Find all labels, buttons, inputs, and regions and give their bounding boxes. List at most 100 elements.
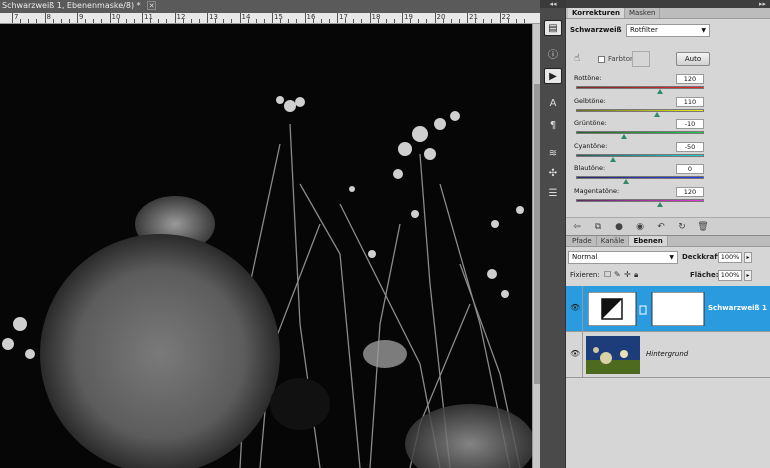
collapse-panels-icon[interactable]: ▸▸ (566, 0, 770, 8)
eye-icon[interactable]: 👁︎ (570, 349, 580, 359)
ruler-major-tick (44, 13, 46, 23)
blend-row: Normal ▼ Deckkraft: 100% ▸ (568, 251, 768, 265)
ruler-label: 13 (209, 13, 218, 21)
ruler-major-tick (467, 13, 468, 23)
tint-row: ☝ Farbton Auto (570, 50, 766, 68)
ruler-major-tick (239, 13, 241, 23)
ruler-label: 21 (469, 13, 478, 21)
slider-track[interactable] (576, 86, 704, 89)
slider-value-field[interactable]: 120 (676, 186, 704, 197)
ruler-minor-tick (418, 19, 420, 23)
slider-handle[interactable] (623, 179, 630, 184)
collapse-left-icon[interactable]: ◂◂ (540, 0, 566, 8)
ruler-major-tick (272, 13, 273, 23)
ruler-label: 7 (14, 13, 19, 21)
color-slider: Cyantöne: -50 (574, 141, 704, 164)
tab-korrekturen[interactable]: Korrekturen (568, 8, 625, 18)
eye-icon[interactable]: 👁︎ (570, 303, 580, 313)
fill-slider-toggle[interactable]: ▸ (744, 270, 752, 281)
reset-icon[interactable]: ↻ (675, 222, 689, 232)
layer-item-schwarzweiss[interactable]: 👁︎ Schwarzweiß 1 (566, 286, 770, 332)
horizontal-ruler: 7 8 9 10 11 12 13 14 15 16 17 18 19 20 21 22 (0, 13, 540, 24)
tool-presets-icon[interactable]: ☰ (544, 186, 562, 202)
ruler-label: 10 (111, 13, 121, 21)
auto-button[interactable]: Auto (676, 52, 710, 66)
ruler-minor-tick (523, 19, 525, 23)
ruler-minor-tick (125, 19, 127, 23)
slider-label: Grüntöne: (574, 119, 607, 127)
preset-select[interactable]: Rotfilter ▼ (626, 24, 710, 37)
ruler-minor-tick (36, 19, 38, 23)
adjustments-tabs: Korrekturen Masken (566, 8, 770, 19)
lock-transparency-icon[interactable]: ☐ (604, 270, 611, 279)
layer-item-hintergrund[interactable]: 👁︎ Hintergrund (566, 332, 770, 378)
ruler-minor-tick (263, 19, 265, 23)
blend-mode-select[interactable]: Normal ▼ (568, 251, 678, 264)
tint-color-swatch[interactable] (632, 51, 650, 67)
mask-icon[interactable]: ● (612, 222, 626, 232)
slider-track[interactable] (576, 198, 704, 202)
right-panels: ▸▸ Korrekturen Masken Schwarzweiß Rotfil… (566, 0, 770, 468)
slider-handle[interactable] (657, 201, 664, 207)
tab-pfade[interactable]: Pfade (568, 236, 597, 246)
lock-all-icon[interactable]: 🔒︎ (634, 270, 638, 280)
actions-icon[interactable]: ▶ (544, 68, 562, 84)
ruler-minor-tick (198, 19, 200, 23)
slider-handle[interactable] (620, 134, 627, 139)
slider-value-field[interactable]: 120 (676, 74, 704, 84)
image-canvas[interactable] (0, 24, 532, 468)
ruler-minor-tick (491, 19, 493, 23)
ruler-minor-tick (475, 19, 477, 23)
document-tab[interactable]: Schwarzweiß 1, Ebenenmaske/8) * ✕ (0, 0, 540, 13)
slider-handle[interactable] (657, 89, 664, 94)
slider-value-field[interactable]: 110 (676, 96, 704, 107)
tab-ebenen[interactable]: Ebenen (629, 236, 668, 246)
slider-handle[interactable] (653, 111, 660, 117)
back-icon[interactable]: ⇦ (570, 222, 584, 232)
slider-value-field[interactable]: -10 (676, 119, 704, 129)
slider-label: Gelbtöne: (574, 96, 606, 105)
close-icon[interactable]: ✕ (147, 1, 157, 10)
slider-value-field[interactable]: -50 (676, 141, 704, 152)
character-icon[interactable]: A (544, 96, 562, 112)
lock-pixels-icon[interactable]: ✎ (614, 270, 621, 279)
info-icon[interactable]: ⓘ (544, 48, 562, 64)
view-icon[interactable]: ⧉ (591, 222, 605, 232)
previous-state-icon[interactable]: ↶ (654, 222, 668, 232)
histogram-icon[interactable]: ▤ (544, 20, 562, 36)
collapsed-panel-strip: ◂◂ ▤ ⓘ ▶ A ¶ ≋ ✣ ☰ (540, 0, 566, 468)
lock-position-icon[interactable]: ✛ (624, 270, 631, 279)
targeted-adjustment-icon[interactable]: ☝ (574, 53, 580, 64)
ruler-minor-tick (133, 19, 135, 23)
opacity-slider-toggle[interactable]: ▸ (744, 252, 752, 263)
slider-track[interactable] (576, 176, 704, 179)
ruler-minor-tick (450, 19, 452, 23)
delete-icon[interactable]: 🗑︎ (696, 222, 710, 232)
paragraph-icon[interactable]: ¶ (544, 118, 562, 134)
color-slider: Rottöne: 120 (574, 74, 704, 96)
slider-track[interactable] (576, 153, 704, 157)
ruler-minor-tick (426, 19, 428, 23)
slider-value-field[interactable]: 0 (676, 164, 704, 174)
ruler-major-tick (402, 13, 403, 23)
tab-kanaele[interactable]: Kanäle (597, 236, 630, 246)
tab-masken[interactable]: Masken (625, 8, 661, 18)
tint-checkbox[interactable] (598, 56, 605, 63)
ruler-label: 17 (339, 13, 348, 21)
slider-track[interactable] (576, 131, 704, 134)
ruler-major-tick (207, 13, 208, 23)
ruler-minor-tick (190, 19, 192, 23)
opacity-field[interactable]: 100% (718, 252, 742, 263)
slider-label: Cyantöne: (574, 141, 608, 150)
ruler-minor-tick (320, 19, 322, 23)
slider-track[interactable] (576, 108, 704, 112)
clone-source-icon[interactable]: ✣ (544, 166, 562, 182)
visibility-icon[interactable]: ◉ (633, 222, 647, 232)
vertical-scrollbar[interactable] (532, 24, 540, 468)
adjustment-layer-thumbnails (588, 292, 705, 326)
fill-field[interactable]: 100% (718, 270, 742, 281)
brushes-icon[interactable]: ≋ (544, 146, 562, 162)
slider-handle[interactable] (609, 156, 616, 162)
color-slider: Gelbtöne: 110 (574, 96, 704, 119)
ruler-major-tick (142, 13, 143, 23)
